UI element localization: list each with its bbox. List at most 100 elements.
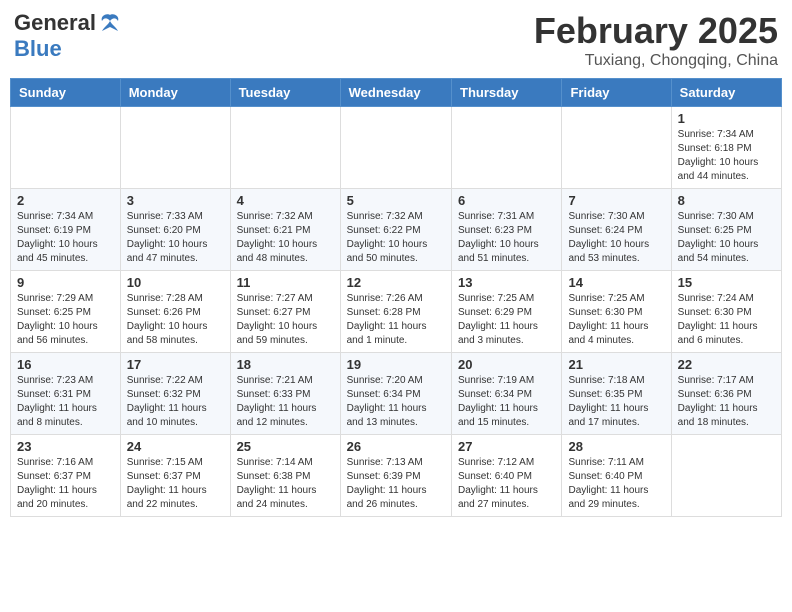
calendar-day-cell: 10 Sunrise: 7:28 AM Sunset: 6:26 PM Dayli… (120, 271, 230, 353)
calendar-day-cell: 14 Sunrise: 7:25 AM Sunset: 6:30 PM Dayli… (562, 271, 671, 353)
calendar-day-cell: 26 Sunrise: 7:13 AM Sunset: 6:39 PM Dayli… (340, 435, 451, 517)
day-number: 28 (568, 439, 664, 454)
weekday-header-tuesday: Tuesday (230, 79, 340, 107)
day-number: 23 (17, 439, 114, 454)
day-number: 27 (458, 439, 555, 454)
calendar-day-cell: 23 Sunrise: 7:16 AM Sunset: 6:37 PM Dayli… (11, 435, 121, 517)
day-number: 9 (17, 275, 114, 290)
day-number: 17 (127, 357, 224, 372)
day-number: 15 (678, 275, 775, 290)
day-number: 20 (458, 357, 555, 372)
calendar-day-cell: 24 Sunrise: 7:15 AM Sunset: 6:37 PM Dayli… (120, 435, 230, 517)
day-info: Sunrise: 7:24 AM Sunset: 6:30 PM Dayligh… (678, 292, 775, 348)
day-info: Sunrise: 7:32 AM Sunset: 6:22 PM Dayligh… (347, 210, 445, 266)
day-info: Sunrise: 7:19 AM Sunset: 6:34 PM Dayligh… (458, 374, 555, 430)
calendar-day-cell (11, 107, 121, 189)
day-info: Sunrise: 7:21 AM Sunset: 6:33 PM Dayligh… (237, 374, 334, 430)
calendar-day-cell (230, 107, 340, 189)
day-info: Sunrise: 7:16 AM Sunset: 6:37 PM Dayligh… (17, 456, 114, 512)
calendar-day-cell: 13Sunrise: 7:25 AM Sunset: 6:29 PM Dayli… (452, 271, 562, 353)
calendar-day-cell (452, 107, 562, 189)
day-info: Sunrise: 7:15 AM Sunset: 6:37 PM Dayligh… (127, 456, 224, 512)
calendar-day-cell: 18 Sunrise: 7:21 AM Sunset: 6:33 PM Dayli… (230, 353, 340, 435)
day-number: 8 (678, 193, 775, 208)
calendar-day-cell: 19 Sunrise: 7:20 AM Sunset: 6:34 PM Dayli… (340, 353, 451, 435)
location-title: Tuxiang, Chongqing, China (534, 52, 778, 70)
day-number: 1 (678, 111, 775, 126)
calendar-day-cell (562, 107, 671, 189)
day-number: 2 (17, 193, 114, 208)
calendar-day-cell (671, 435, 781, 517)
calendar-day-cell: 6 Sunrise: 7:31 AM Sunset: 6:23 PM Daylig… (452, 189, 562, 271)
day-info: Sunrise: 7:28 AM Sunset: 6:26 PM Dayligh… (127, 292, 224, 348)
day-info: Sunrise: 7:32 AM Sunset: 6:21 PM Dayligh… (237, 210, 334, 266)
day-info: Sunrise: 7:20 AM Sunset: 6:34 PM Dayligh… (347, 374, 445, 430)
calendar-day-cell: 7Sunrise: 7:30 AM Sunset: 6:24 PM Daylig… (562, 189, 671, 271)
calendar-day-cell: 12 Sunrise: 7:26 AM Sunset: 6:28 PM Dayli… (340, 271, 451, 353)
calendar-day-cell: 5 Sunrise: 7:32 AM Sunset: 6:22 PM Daylig… (340, 189, 451, 271)
day-info: Sunrise: 7:14 AM Sunset: 6:38 PM Dayligh… (237, 456, 334, 512)
day-info: Sunrise: 7:12 AM Sunset: 6:40 PM Dayligh… (458, 456, 555, 512)
day-info: Sunrise: 7:23 AM Sunset: 6:31 PM Dayligh… (17, 374, 114, 430)
calendar-day-cell: 1 Sunrise: 7:34 AM Sunset: 6:18 PM Daylig… (671, 107, 781, 189)
calendar-week-row: 1 Sunrise: 7:34 AM Sunset: 6:18 PM Daylig… (11, 107, 782, 189)
weekday-header-wednesday: Wednesday (340, 79, 451, 107)
day-number: 4 (237, 193, 334, 208)
calendar-day-cell: 3Sunrise: 7:33 AM Sunset: 6:20 PM Daylig… (120, 189, 230, 271)
day-info: Sunrise: 7:31 AM Sunset: 6:23 PM Dayligh… (458, 210, 555, 266)
page-header: General Blue February 2025 Tuxiang, Chon… (10, 10, 782, 70)
day-number: 13 (458, 275, 555, 290)
weekday-header-saturday: Saturday (671, 79, 781, 107)
day-number: 11 (237, 275, 334, 290)
day-info: Sunrise: 7:22 AM Sunset: 6:32 PM Dayligh… (127, 374, 224, 430)
calendar-day-cell (340, 107, 451, 189)
day-info: Sunrise: 7:30 AM Sunset: 6:24 PM Dayligh… (568, 210, 664, 266)
day-number: 16 (17, 357, 114, 372)
weekday-header-monday: Monday (120, 79, 230, 107)
calendar-day-cell: 16 Sunrise: 7:23 AM Sunset: 6:31 PM Dayli… (11, 353, 121, 435)
day-info: Sunrise: 7:18 AM Sunset: 6:35 PM Dayligh… (568, 374, 664, 430)
logo: General Blue (14, 10, 122, 62)
day-info: Sunrise: 7:25 AM Sunset: 6:30 PM Dayligh… (568, 292, 664, 348)
day-number: 12 (347, 275, 445, 290)
calendar-day-cell: 9 Sunrise: 7:29 AM Sunset: 6:25 PM Daylig… (11, 271, 121, 353)
calendar-day-cell: 2 Sunrise: 7:34 AM Sunset: 6:19 PM Daylig… (11, 189, 121, 271)
day-info: Sunrise: 7:29 AM Sunset: 6:25 PM Dayligh… (17, 292, 114, 348)
day-info: Sunrise: 7:17 AM Sunset: 6:36 PM Dayligh… (678, 374, 775, 430)
calendar-day-cell: 20 Sunrise: 7:19 AM Sunset: 6:34 PM Dayli… (452, 353, 562, 435)
day-info: Sunrise: 7:13 AM Sunset: 6:39 PM Dayligh… (347, 456, 445, 512)
calendar-day-cell: 17 Sunrise: 7:22 AM Sunset: 6:32 PM Dayli… (120, 353, 230, 435)
day-info: Sunrise: 7:34 AM Sunset: 6:18 PM Dayligh… (678, 128, 775, 184)
day-number: 21 (568, 357, 664, 372)
calendar-day-cell: 28 Sunrise: 7:11 AM Sunset: 6:40 PM Dayli… (562, 435, 671, 517)
month-title: February 2025 (534, 10, 778, 52)
calendar-day-cell: 15 Sunrise: 7:24 AM Sunset: 6:30 PM Dayli… (671, 271, 781, 353)
day-number: 22 (678, 357, 775, 372)
logo-bird-icon (98, 13, 122, 33)
day-info: Sunrise: 7:11 AM Sunset: 6:40 PM Dayligh… (568, 456, 664, 512)
day-number: 19 (347, 357, 445, 372)
day-number: 25 (237, 439, 334, 454)
day-number: 10 (127, 275, 224, 290)
calendar-table: SundayMondayTuesdayWednesdayThursdayFrid… (10, 78, 782, 517)
day-info: Sunrise: 7:34 AM Sunset: 6:19 PM Dayligh… (17, 210, 114, 266)
day-number: 14 (568, 275, 664, 290)
day-info: Sunrise: 7:26 AM Sunset: 6:28 PM Dayligh… (347, 292, 445, 348)
day-number: 26 (347, 439, 445, 454)
calendar-week-row: 16 Sunrise: 7:23 AM Sunset: 6:31 PM Dayli… (11, 353, 782, 435)
day-info: Sunrise: 7:33 AM Sunset: 6:20 PM Dayligh… (127, 210, 224, 266)
weekday-header-row: SundayMondayTuesdayWednesdayThursdayFrid… (11, 79, 782, 107)
title-area: February 2025 Tuxiang, Chongqing, China (534, 10, 778, 70)
day-info: Sunrise: 7:27 AM Sunset: 6:27 PM Dayligh… (237, 292, 334, 348)
day-number: 18 (237, 357, 334, 372)
calendar-day-cell: 4 Sunrise: 7:32 AM Sunset: 6:21 PM Daylig… (230, 189, 340, 271)
day-number: 24 (127, 439, 224, 454)
calendar-day-cell: 11 Sunrise: 7:27 AM Sunset: 6:27 PM Dayli… (230, 271, 340, 353)
calendar-week-row: 2 Sunrise: 7:34 AM Sunset: 6:19 PM Daylig… (11, 189, 782, 271)
day-number: 6 (458, 193, 555, 208)
day-info: Sunrise: 7:30 AM Sunset: 6:25 PM Dayligh… (678, 210, 775, 266)
calendar-day-cell: 21 Sunrise: 7:18 AM Sunset: 6:35 PM Dayli… (562, 353, 671, 435)
calendar-day-cell: 27 Sunrise: 7:12 AM Sunset: 6:40 PM Dayli… (452, 435, 562, 517)
calendar-day-cell: 22 Sunrise: 7:17 AM Sunset: 6:36 PM Dayli… (671, 353, 781, 435)
day-number: 5 (347, 193, 445, 208)
